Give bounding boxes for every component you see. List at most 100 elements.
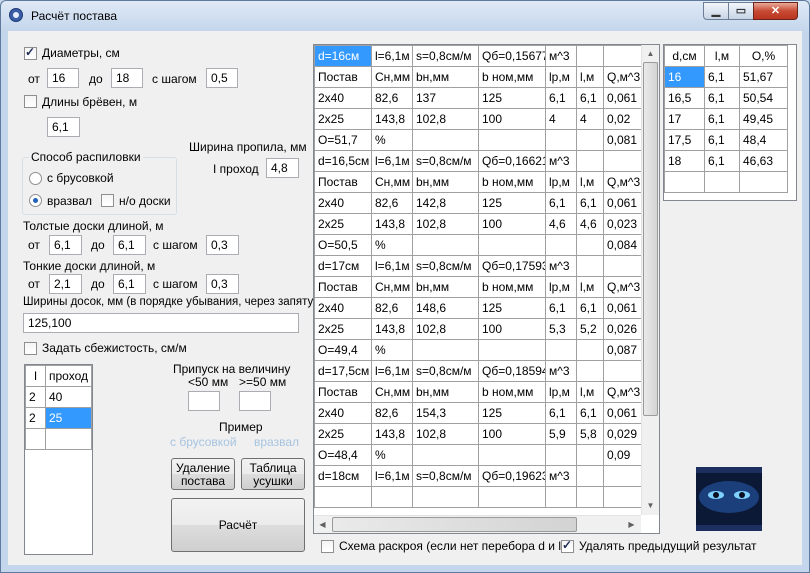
- results-row[interactable]: d=18см l=6,1м s=0,8см/м Qб=0,19623 м^3: [314, 465, 659, 487]
- results-row[interactable]: 2x25143,8102,81005,95,80,029П: [314, 423, 659, 445]
- results-cell[interactable]: bн,мм: [412, 276, 479, 298]
- results-cell[interactable]: [576, 465, 604, 487]
- results-cell[interactable]: d=16,5см: [314, 150, 372, 172]
- results-cell[interactable]: 4: [576, 108, 604, 130]
- results-cell[interactable]: м^3: [545, 360, 577, 382]
- maximize-button[interactable]: ▭: [728, 2, 754, 20]
- results-cell[interactable]: Q,м^3: [603, 66, 645, 88]
- results-cell[interactable]: bн,мм: [412, 171, 479, 193]
- results-cell[interactable]: Qб=0,16621: [478, 150, 546, 172]
- results-cell[interactable]: 5,3: [545, 318, 577, 340]
- summary-cell[interactable]: 51,67: [739, 66, 788, 88]
- results-cell[interactable]: 143,8: [371, 318, 413, 340]
- results-row[interactable]: 2x25143,8102,8100440,02П: [314, 108, 659, 130]
- results-cell[interactable]: 0,029: [603, 423, 645, 445]
- unedged-checkbox[interactable]: [101, 194, 114, 207]
- results-cell[interactable]: s=0,8см/м: [412, 360, 479, 382]
- summary-cell[interactable]: 18: [664, 150, 705, 172]
- results-cell[interactable]: [545, 339, 577, 361]
- summary-row[interactable]: 17,5 6,1 48,4: [664, 129, 788, 151]
- summary-cell[interactable]: 16,5: [664, 87, 705, 109]
- results-cell[interactable]: O=48,4: [314, 444, 372, 466]
- results-cell[interactable]: 125: [478, 297, 546, 319]
- passes-cell[interactable]: [25, 428, 46, 450]
- results-cell[interactable]: 100: [478, 318, 546, 340]
- results-cell[interactable]: [412, 444, 479, 466]
- diam-step-input[interactable]: 0,5: [206, 68, 238, 88]
- results-cell[interactable]: Сн,мм: [371, 171, 413, 193]
- lengths-checkbox[interactable]: [24, 95, 37, 108]
- results-cell[interactable]: b ном,мм: [478, 276, 546, 298]
- summary-cell[interactable]: [664, 171, 705, 193]
- results-cell[interactable]: bн,мм: [412, 381, 479, 403]
- results-cell[interactable]: 6,1: [545, 402, 577, 424]
- results-row[interactable]: ПоставСн,ммbн,ммb ном,ммlр,мl,мQ,м^3П: [314, 171, 659, 193]
- thick-to-input[interactable]: 6,1: [113, 235, 146, 255]
- summary-cell[interactable]: [704, 171, 740, 193]
- results-cell[interactable]: O=50,5: [314, 234, 372, 256]
- shrinkage-table-button[interactable]: Таблица усушки: [241, 458, 305, 490]
- results-cell[interactable]: 0,023: [603, 213, 645, 235]
- results-cell[interactable]: lр,м: [545, 276, 577, 298]
- results-cell[interactable]: 0,09: [603, 444, 645, 466]
- summary-cell-selected[interactable]: 16: [664, 66, 705, 88]
- results-cell[interactable]: [545, 444, 577, 466]
- results-cell[interactable]: l=6,1м: [371, 465, 413, 487]
- results-cell[interactable]: 4: [545, 108, 577, 130]
- results-cell[interactable]: lр,м: [545, 66, 577, 88]
- close-button[interactable]: ✕: [753, 2, 798, 20]
- results-row[interactable]: ПоставСн,ммbн,ммb ном,ммlр,мl,мQ,м^3П: [314, 381, 659, 403]
- results-cell[interactable]: 125: [478, 192, 546, 214]
- summary-grid[interactable]: d,см l,м O,% 16 6,1 51,67 16,5 6,1 50,54 17 6,1 49,…: [663, 44, 797, 201]
- results-cell[interactable]: 0,061: [603, 297, 645, 319]
- results-cell[interactable]: [412, 486, 479, 508]
- minimize-button[interactable]: ▁: [703, 2, 729, 20]
- results-cell[interactable]: 4,6: [576, 213, 604, 235]
- results-vscroll-thumb[interactable]: [643, 62, 658, 416]
- results-cell[interactable]: 2x40: [314, 87, 372, 109]
- results-cell[interactable]: 6,1: [576, 192, 604, 214]
- summary-row[interactable]: 16,5 6,1 50,54: [664, 87, 788, 109]
- results-cell[interactable]: [545, 486, 577, 508]
- results-cell[interactable]: 82,6: [371, 87, 413, 109]
- results-cell[interactable]: 0,061: [603, 402, 645, 424]
- results-cell[interactable]: s=0,8см/м: [412, 45, 479, 67]
- results-cell[interactable]: bн,мм: [412, 66, 479, 88]
- results-cell[interactable]: %: [371, 234, 413, 256]
- results-cell[interactable]: 148,6: [412, 297, 479, 319]
- results-cell[interactable]: Qб=0,19623: [478, 465, 546, 487]
- results-cell[interactable]: b ном,мм: [478, 381, 546, 403]
- results-cell[interactable]: O=49,4: [314, 339, 372, 361]
- results-cell[interactable]: 137: [412, 87, 479, 109]
- summary-cell[interactable]: 46,63: [739, 150, 788, 172]
- results-cell[interactable]: [576, 360, 604, 382]
- results-cell[interactable]: %: [371, 444, 413, 466]
- results-row[interactable]: 2x4082,6142,81256,16,10,061П: [314, 192, 659, 214]
- summary-cell[interactable]: 6,1: [704, 87, 740, 109]
- passes-row[interactable]: 2 25: [25, 407, 92, 429]
- results-cell[interactable]: Сн,мм: [371, 381, 413, 403]
- results-row[interactable]: d=16смl=6,1мs=0,8см/мQб=0,15677м^3П: [314, 45, 659, 67]
- results-cell[interactable]: [478, 486, 546, 508]
- results-cell[interactable]: 6,1: [545, 87, 577, 109]
- results-cell[interactable]: Q,м^3: [603, 171, 645, 193]
- passes-cell[interactable]: 2: [25, 407, 46, 429]
- results-cell[interactable]: м^3: [545, 465, 577, 487]
- results-cell[interactable]: 2x25: [314, 318, 372, 340]
- results-cell[interactable]: 102,8: [412, 213, 479, 235]
- results-cell[interactable]: 143,8: [371, 423, 413, 445]
- summary-cell[interactable]: 17: [664, 108, 705, 130]
- results-cell[interactable]: 2x25: [314, 423, 372, 445]
- results-cell[interactable]: 6,1: [545, 297, 577, 319]
- diam-to-input[interactable]: 18: [111, 68, 143, 88]
- results-cell[interactable]: 100: [478, 108, 546, 130]
- results-grid[interactable]: d=16смl=6,1мs=0,8см/мQб=0,15677м^3П Поста…: [313, 44, 660, 534]
- results-cell[interactable]: s=0,8см/м: [412, 465, 479, 487]
- results-cell[interactable]: d=18см: [314, 465, 372, 487]
- results-cell[interactable]: [603, 465, 645, 487]
- results-cell[interactable]: l,м: [576, 171, 604, 193]
- thick-from-input[interactable]: 6,1: [49, 235, 82, 255]
- passes-row[interactable]: 2 40: [25, 386, 92, 408]
- results-cell[interactable]: [603, 255, 645, 277]
- thin-from-input[interactable]: 2,1: [49, 274, 82, 294]
